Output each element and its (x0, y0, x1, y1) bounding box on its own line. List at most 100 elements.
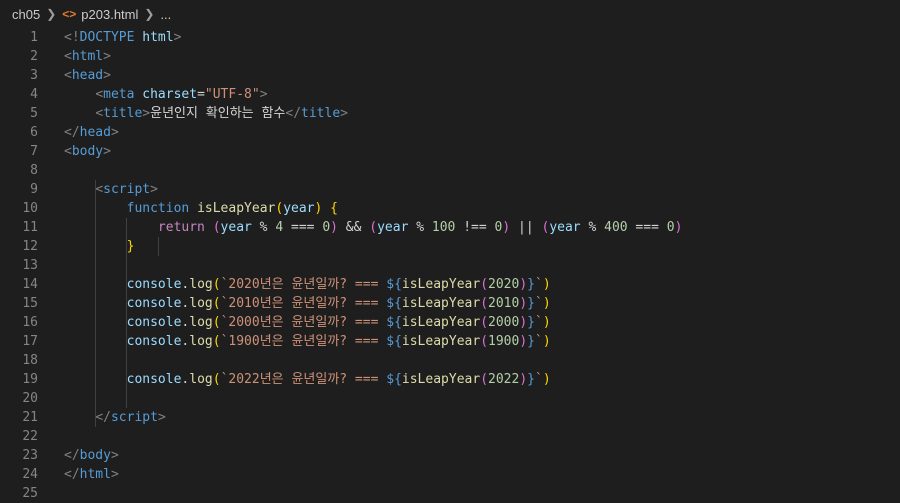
code-token: ) (519, 315, 528, 330)
code-text[interactable] (64, 161, 900, 180)
code-token: 윤년인지 확인하는 함수 (150, 106, 286, 121)
code-text[interactable]: </body> (64, 446, 900, 465)
code-token: </ (64, 125, 80, 140)
code-text[interactable]: <meta charset="UTF-8"> (64, 85, 900, 104)
code-token: 2020 (488, 277, 520, 292)
code-line[interactable]: 4 <meta charset="UTF-8"> (0, 85, 900, 104)
code-token: < (64, 68, 72, 83)
code-text[interactable]: console.log(`2010년은 윤년일까? === ${isLeapYe… (64, 294, 900, 313)
code-line[interactable]: 15 console.log(`2010년은 윤년일까? === ${isLea… (0, 294, 900, 313)
code-token: </ (64, 467, 80, 482)
code-token: < (95, 87, 104, 102)
code-text[interactable]: <head> (64, 66, 900, 85)
code-text[interactable]: <!DOCTYPE html> (64, 28, 900, 47)
code-token: ) (542, 277, 551, 292)
code-line[interactable]: 16 console.log(`2000년은 윤년일까? === ${isLea… (0, 313, 900, 332)
code-token: log (189, 315, 213, 330)
code-text[interactable]: return (year % 4 === 0) && (year % 100 !… (64, 218, 900, 237)
code-token: <! (64, 30, 80, 45)
code-text[interactable] (64, 256, 900, 275)
code-token: ) (542, 315, 551, 330)
code-line[interactable]: 25 (0, 484, 900, 503)
indent-guide (95, 218, 97, 237)
code-line[interactable]: 11 return (year % 4 === 0) && (year % 10… (0, 218, 900, 237)
code-line[interactable]: 1 <!DOCTYPE html> (0, 28, 900, 47)
code-line[interactable]: 12 } (0, 237, 900, 256)
indent-guide (126, 256, 128, 275)
code-text[interactable]: <body> (64, 142, 900, 161)
code-line[interactable]: 10 function isLeapYear(year) { (0, 199, 900, 218)
code-token: `2020년은 윤년일까? === (220, 277, 387, 292)
code-text[interactable]: <script> (64, 180, 900, 199)
code-line[interactable]: 13 (0, 256, 900, 275)
line-number: 14 (22, 277, 38, 292)
breadcrumb-file[interactable]: p203.html (81, 7, 138, 22)
code-token: head (71, 68, 104, 83)
code-line[interactable]: 2 <html> (0, 47, 900, 66)
breadcrumb-folder[interactable]: ch05 (12, 7, 40, 22)
code-line[interactable]: 18 (0, 351, 900, 370)
code-text[interactable] (64, 484, 900, 503)
line-number: 7 (30, 144, 38, 159)
code-line[interactable]: 19 console.log(`2022년은 윤년일까? === ${isLea… (0, 370, 900, 389)
code-token: ( (212, 372, 221, 387)
code-token: } (527, 372, 535, 387)
code-editor[interactable]: 1 <!DOCTYPE html> 2 <html> 3 <head> 4 <meta ch… (0, 28, 900, 503)
line-number: 19 (22, 372, 38, 387)
code-text[interactable]: console.log(`1900년은 윤년일까? === ${isLeapYe… (64, 332, 900, 351)
code-token: } (527, 334, 535, 349)
breadcrumb: ch05 ❯ <> p203.html ❯ ... (0, 0, 900, 28)
code-line[interactable]: 14 console.log(`2020년은 윤년일까? === ${isLea… (0, 275, 900, 294)
code-text[interactable]: console.log(`2020년은 윤년일까? === ${isLeapYe… (64, 275, 900, 294)
breadcrumb-symbols[interactable]: ... (160, 7, 171, 22)
code-line[interactable]: 22 (0, 427, 900, 446)
code-text[interactable] (64, 351, 900, 370)
code-text[interactable]: </html> (64, 465, 900, 484)
code-text[interactable]: } (64, 237, 900, 256)
code-token: ( (480, 315, 489, 330)
code-token: ) (519, 277, 528, 292)
code-token: ) (542, 296, 551, 311)
code-text[interactable] (64, 427, 900, 446)
code-token: ) (674, 220, 683, 235)
code-text[interactable] (64, 389, 900, 408)
code-token: ( (480, 277, 489, 292)
code-token: ${ (386, 334, 402, 349)
code-token: > (173, 30, 182, 45)
code-token: > (340, 106, 348, 121)
code-text[interactable]: </head> (64, 123, 900, 142)
code-token: { (330, 201, 338, 216)
code-line[interactable]: 6 </head> (0, 123, 900, 142)
code-line[interactable]: 9 <script> (0, 180, 900, 199)
line-number: 6 (30, 125, 38, 140)
code-line[interactable]: 21 </script> (0, 408, 900, 427)
code-text[interactable]: <title>윤년인지 확인하는 함수</title> (64, 104, 900, 123)
code-token: } (126, 239, 135, 254)
code-line[interactable]: 8 (0, 161, 900, 180)
code-line[interactable]: 7 <body> (0, 142, 900, 161)
indent-guide (95, 199, 97, 218)
code-text[interactable]: console.log(`2000년은 윤년일까? === ${isLeapYe… (64, 313, 900, 332)
code-text[interactable]: </script> (64, 408, 900, 427)
code-line[interactable]: 17 console.log(`1900년은 윤년일까? === ${isLea… (0, 332, 900, 351)
code-token: ` (534, 372, 543, 387)
code-text[interactable]: function isLeapYear(year) { (64, 199, 900, 218)
code-line[interactable]: 20 (0, 389, 900, 408)
code-line[interactable]: 23 </body> (0, 446, 900, 465)
code-token: function (126, 201, 190, 216)
code-line[interactable]: 5 <title>윤년인지 확인하는 함수</title> (0, 104, 900, 123)
code-text[interactable]: <html> (64, 47, 900, 66)
code-token: > (103, 49, 111, 64)
code-text[interactable]: console.log(`2022년은 윤년일까? === ${isLeapYe… (64, 370, 900, 389)
indent-guide (95, 408, 97, 427)
code-line[interactable]: 3 <head> (0, 66, 900, 85)
line-number: 8 (30, 163, 38, 178)
code-line[interactable]: 24 </html> (0, 465, 900, 484)
line-number: 4 (30, 87, 38, 102)
code-token: ( (212, 334, 221, 349)
line-number: 23 (22, 448, 38, 463)
line-number: 13 (22, 258, 38, 273)
code-token: year (549, 220, 581, 235)
indent-guide (126, 294, 128, 313)
